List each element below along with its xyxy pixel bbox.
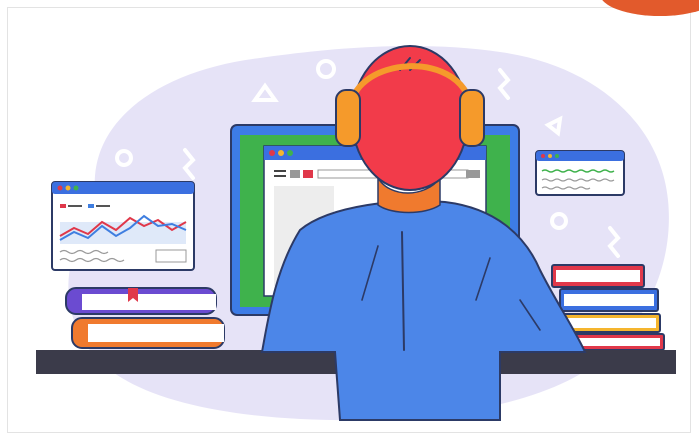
illustration-canvas xyxy=(36,0,699,421)
headphone-right-cup xyxy=(459,89,485,147)
orange-corner-accent xyxy=(602,0,699,16)
text-window xyxy=(535,150,625,196)
book-stack-left xyxy=(65,287,225,349)
headphone-left-cup xyxy=(335,89,361,147)
chart-window xyxy=(51,181,195,271)
illustration-frame xyxy=(0,0,699,439)
